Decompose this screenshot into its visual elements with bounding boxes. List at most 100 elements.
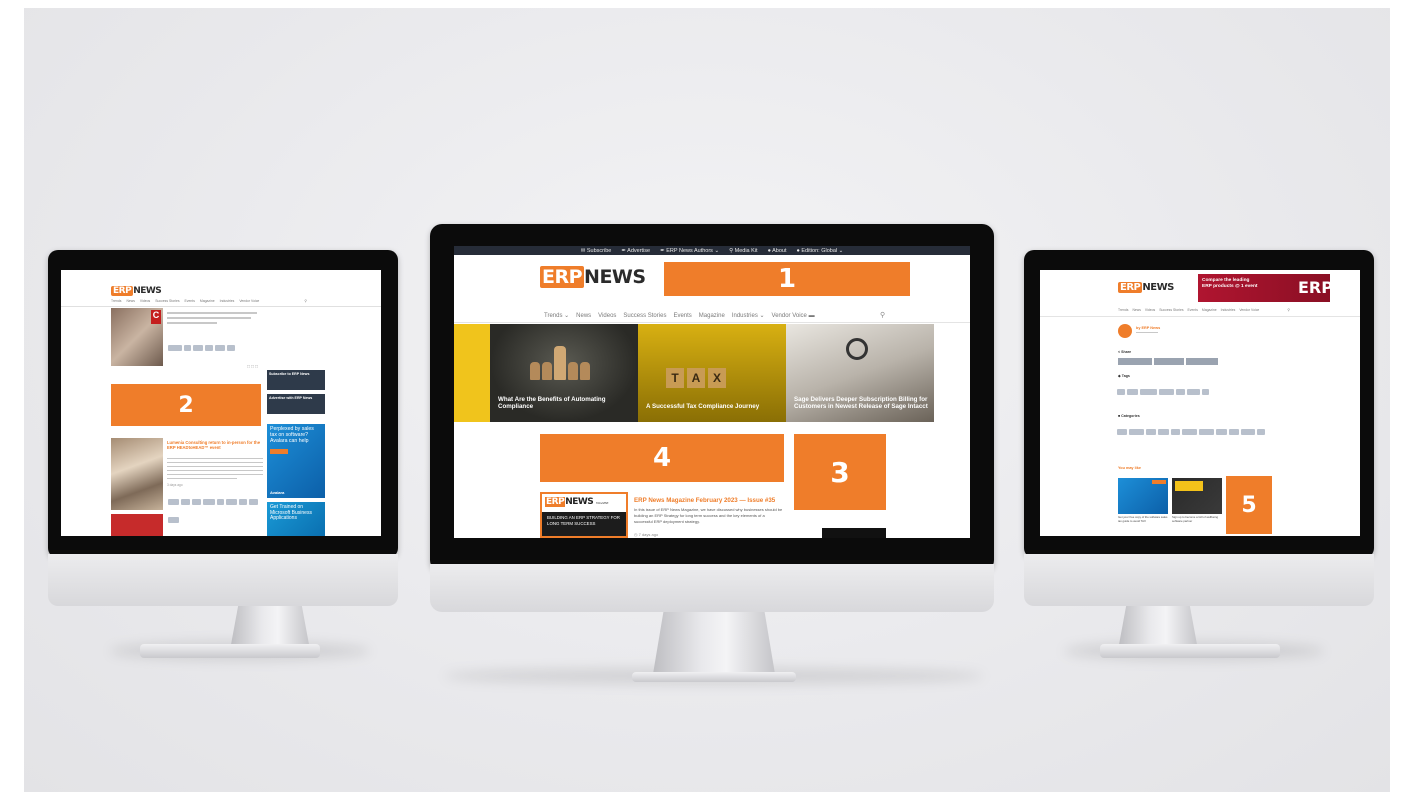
- nav-events[interactable]: Events: [673, 313, 691, 319]
- nav-magazine[interactable]: Magazine: [1202, 308, 1217, 312]
- center-monitor-neck: [652, 606, 776, 680]
- tag[interactable]: [1175, 389, 1186, 395]
- category-tag[interactable]: [1146, 429, 1156, 435]
- category-tag[interactable]: [1117, 429, 1128, 435]
- site-logo[interactable]: ERP NEWS: [111, 286, 162, 296]
- article-title[interactable]: Lumenia Consulting return to in-person f…: [167, 440, 265, 450]
- topbar-edition[interactable]: ● Edition: Global ⌄: [796, 248, 843, 254]
- nav-trends[interactable]: Trends ⌄: [544, 312, 569, 319]
- topbar-authors[interactable]: ✒ ERP News Authors ⌄: [660, 248, 719, 254]
- magazine-cover[interactable]: ERPNEWS MAGAZINE BUILDING AN ERP STRATEG…: [540, 492, 628, 538]
- tag[interactable]: [226, 499, 237, 505]
- category-tag[interactable]: [1228, 429, 1239, 435]
- tag[interactable]: [1187, 389, 1200, 395]
- recommended-card-1-image[interactable]: [1118, 478, 1168, 514]
- microsoft-training-ad[interactable]: Get Trained on Microsoft Business Applic…: [267, 502, 325, 536]
- share-facebook-button[interactable]: [1118, 358, 1152, 365]
- site-logo[interactable]: ERP NEWS: [1118, 282, 1174, 293]
- hero-tile-tax[interactable]: T A X A Successful Tax Compliance Journe…: [638, 324, 786, 422]
- category-tag[interactable]: [1240, 429, 1256, 435]
- nav-success-stories[interactable]: Success Stories: [1159, 308, 1183, 312]
- nav-industries[interactable]: Industries: [220, 299, 235, 303]
- category-tag[interactable]: [1257, 429, 1265, 435]
- category-tag[interactable]: [1215, 429, 1227, 435]
- article-thumbnail[interactable]: C: [111, 308, 163, 366]
- category-tag[interactable]: [1157, 429, 1169, 435]
- article-thumbnail[interactable]: [111, 438, 163, 510]
- nav-trends[interactable]: Trends: [111, 299, 121, 303]
- advertise-box[interactable]: Advertise with ERP News: [267, 394, 325, 414]
- recommended-card-1-title[interactable]: Get your free copy of the software sales…: [1118, 515, 1168, 523]
- nav-news[interactable]: News: [126, 299, 134, 303]
- tag[interactable]: [205, 345, 214, 351]
- nav-videos[interactable]: Videos: [1145, 308, 1155, 312]
- tag[interactable]: [215, 345, 226, 351]
- topbar-subscribe[interactable]: ✉ Subscribe: [581, 248, 612, 254]
- tag[interactable]: [227, 345, 235, 351]
- nav-news[interactable]: News: [1132, 308, 1140, 312]
- nav-industries[interactable]: Industries: [1221, 308, 1236, 312]
- author-avatar[interactable]: [1118, 324, 1132, 338]
- tag[interactable]: [216, 499, 225, 505]
- left-monitor-chin: [48, 554, 398, 606]
- search-icon[interactable]: ⚲: [304, 299, 306, 303]
- tag[interactable]: [1201, 389, 1210, 395]
- subscribe-box[interactable]: Subscribe to ERP News: [267, 370, 325, 390]
- search-icon[interactable]: ⚲: [880, 311, 885, 319]
- avalara-ad[interactable]: Perplexed by sales tax on software? Aval…: [267, 424, 325, 498]
- ad-cta-button[interactable]: [270, 448, 288, 454]
- tag[interactable]: [181, 499, 191, 505]
- tag[interactable]: [202, 499, 215, 505]
- logo-erp: ERP: [540, 266, 585, 288]
- tag[interactable]: [1117, 389, 1125, 395]
- nav-vendor-voice[interactable]: Vendor Voice ▬: [772, 313, 815, 319]
- tag[interactable]: [168, 517, 180, 523]
- tag[interactable]: [1139, 389, 1157, 395]
- nav-industries[interactable]: Industries ⌄: [732, 312, 765, 319]
- tag[interactable]: [249, 499, 259, 505]
- hero-tile-compliance[interactable]: What Are the Benefits of Automating Comp…: [490, 324, 638, 422]
- nav-success-stories[interactable]: Success Stories: [155, 299, 179, 303]
- nav-vendor-voice[interactable]: Vendor Voice: [239, 299, 259, 303]
- tag[interactable]: [168, 345, 182, 351]
- erp-head-to-head-banner[interactable]: Compare the leading ERP products @ 1 eve…: [1198, 274, 1341, 302]
- nav-magazine[interactable]: Magazine: [699, 313, 725, 319]
- author-name[interactable]: by ERP News: [1136, 326, 1160, 330]
- hero-tile-sage[interactable]: Sage Delivers Deeper Subscription Billin…: [786, 324, 934, 422]
- category-tag[interactable]: [1170, 429, 1181, 435]
- category-tag[interactable]: [1199, 429, 1214, 435]
- site-logo[interactable]: ERP NEWS: [540, 266, 646, 288]
- nav-vendor-voice[interactable]: Vendor Voice: [1239, 308, 1259, 312]
- highlight-number: 3: [830, 455, 850, 489]
- bottom-thumbnail[interactable]: [111, 514, 163, 536]
- category-tag[interactable]: [1182, 429, 1198, 435]
- nav-videos[interactable]: Videos: [598, 313, 616, 319]
- nav-videos[interactable]: Videos: [140, 299, 150, 303]
- search-icon[interactable]: ⚲: [1287, 308, 1289, 312]
- nav-events[interactable]: Events: [1188, 308, 1198, 312]
- tag[interactable]: [1158, 389, 1174, 395]
- category-list: [1116, 420, 1296, 438]
- tag[interactable]: [168, 499, 180, 505]
- share-twitter-button[interactable]: [1154, 358, 1184, 365]
- topbar-about[interactable]: ● About: [768, 248, 787, 254]
- text-line: [167, 466, 263, 468]
- share-linkedin-button[interactable]: [1186, 358, 1218, 365]
- share-icons[interactable]: □□□: [247, 364, 259, 370]
- tag[interactable]: [183, 345, 192, 351]
- recommended-card-2-image[interactable]: [1172, 478, 1222, 514]
- nav-success-stories[interactable]: Success Stories: [623, 313, 666, 319]
- magazine-title[interactable]: ERP News Magazine February 2023 — Issue …: [634, 497, 775, 504]
- tag[interactable]: [1126, 389, 1138, 395]
- topbar-advertise[interactable]: ✒ Advertise: [621, 248, 650, 254]
- tag[interactable]: [193, 345, 204, 351]
- nav-events[interactable]: Events: [185, 299, 195, 303]
- topbar-media-kit[interactable]: ⚲ Media Kit: [729, 248, 758, 254]
- tag[interactable]: [192, 499, 201, 505]
- tag[interactable]: [238, 499, 248, 505]
- category-tag[interactable]: [1129, 429, 1145, 435]
- nav-magazine[interactable]: Magazine: [200, 299, 215, 303]
- nav-news[interactable]: News: [576, 313, 591, 319]
- nav-trends[interactable]: Trends: [1118, 308, 1128, 312]
- recommended-card-2-title[interactable]: Sign up to become a Gill of wellbeing so…: [1172, 515, 1222, 523]
